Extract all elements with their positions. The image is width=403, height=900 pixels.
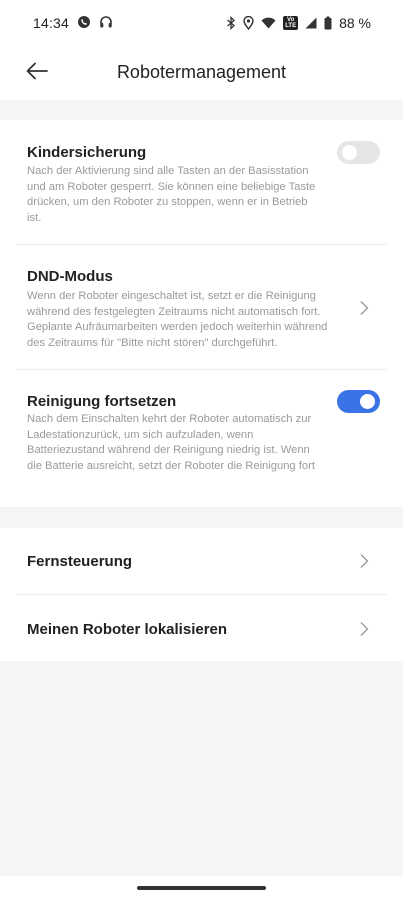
setting-dnd-mode[interactable]: DND-Modus Wenn der Roboter eingeschaltet… xyxy=(16,245,387,369)
status-time: 14:34 xyxy=(33,15,70,31)
link-remote-control[interactable]: Fernsteuerung xyxy=(16,528,387,594)
volte-icon: Vo LTE xyxy=(283,16,299,30)
battery-icon xyxy=(324,16,332,30)
signal-icon xyxy=(305,17,317,29)
battery-percentage: 88 % xyxy=(339,15,371,31)
setting-title: DND-Modus xyxy=(27,268,113,285)
status-bar: 14:34 Vo LTE 88 % xyxy=(0,0,403,46)
setting-description: Nach dem Einschalten kehrt der Roboter a… xyxy=(27,413,315,472)
setting-title: Kindersicherung xyxy=(27,144,147,161)
headphones-icon xyxy=(99,15,113,32)
app-bar: Robotermanagement xyxy=(0,46,403,100)
resume-cleaning-toggle[interactable] xyxy=(337,390,380,413)
link-title: Meinen Roboter lokalisieren xyxy=(27,621,228,638)
setting-resume-cleaning: Reinigung fortsetzen Nach dem Einschalte… xyxy=(16,370,387,507)
child-lock-toggle[interactable] xyxy=(337,141,380,164)
status-left: 14:34 xyxy=(33,15,113,32)
setting-child-lock: Kindersicherung Nach der Aktivierung sin… xyxy=(16,120,387,244)
bluetooth-icon xyxy=(226,16,236,30)
page-title: Robotermanagement xyxy=(116,62,287,82)
chevron-right-icon xyxy=(358,620,370,638)
settings-card: Kindersicherung Nach der Aktivierung sin… xyxy=(0,120,403,507)
location-icon xyxy=(243,16,254,30)
chevron-right-icon xyxy=(358,552,370,570)
setting-description: Nach der Aktivierung sind alle Tasten an… xyxy=(27,165,316,224)
setting-description: Wenn der Roboter eingeschaltet ist, setz… xyxy=(27,290,328,349)
status-right: Vo LTE 88 % xyxy=(226,15,371,31)
wifi-icon xyxy=(261,17,276,29)
chevron-right-icon xyxy=(358,299,370,317)
link-title: Fernsteuerung xyxy=(27,553,133,570)
setting-title: Reinigung fortsetzen xyxy=(27,393,177,410)
toggle-knob xyxy=(342,145,357,160)
link-locate-robot[interactable]: Meinen Roboter lokalisieren xyxy=(16,595,387,661)
home-indicator[interactable] xyxy=(137,886,266,890)
links-card: Fernsteuerung Meinen Roboter lokalisiere… xyxy=(0,528,403,661)
toggle-knob xyxy=(360,394,375,409)
whatsapp-icon xyxy=(77,15,91,32)
